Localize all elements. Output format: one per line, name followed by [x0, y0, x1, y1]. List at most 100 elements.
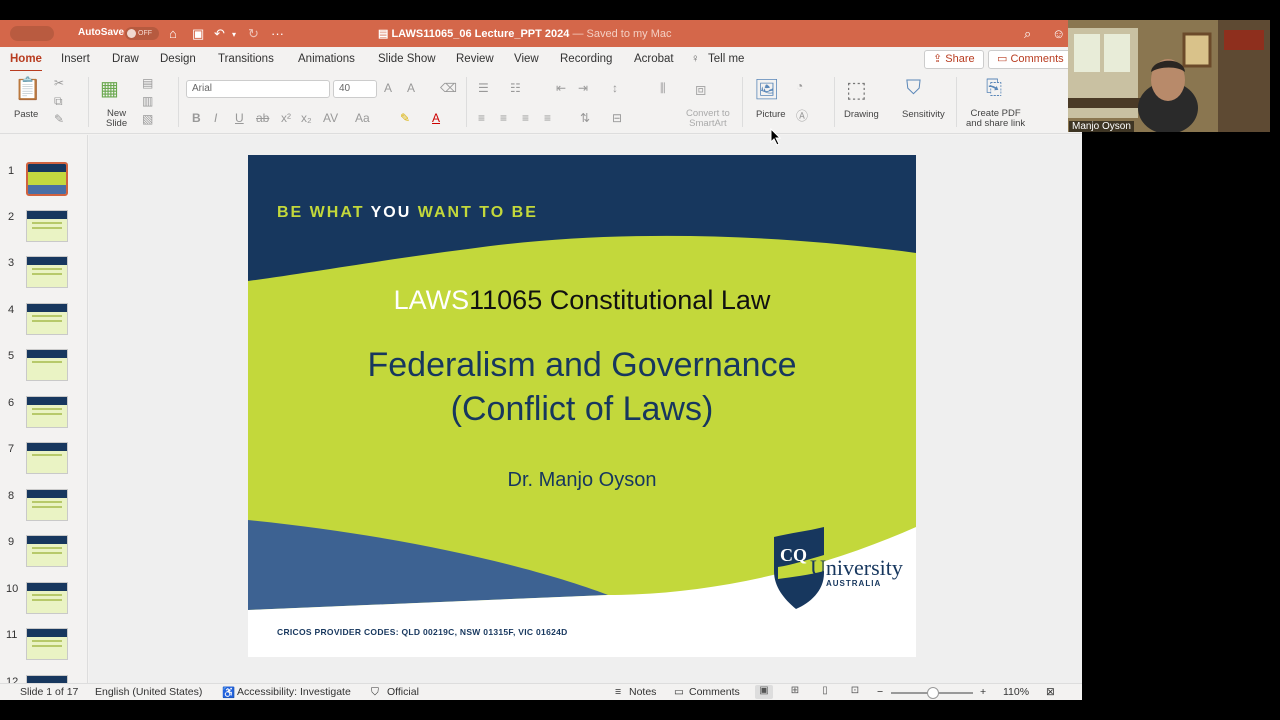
- zoom-level[interactable]: 110%: [1003, 686, 1029, 698]
- comments-status-button[interactable]: Comments: [689, 686, 740, 698]
- new-slide-icon[interactable]: ▦: [100, 76, 119, 101]
- slide-thumbnail-2[interactable]: [26, 210, 68, 242]
- bullets-icon[interactable]: ☰: [478, 81, 489, 95]
- align-center-icon[interactable]: ≡: [500, 111, 507, 125]
- superscript-icon[interactable]: x²: [281, 111, 291, 125]
- tab-slide-show[interactable]: Slide Show: [378, 53, 436, 65]
- zoom-slider-handle[interactable]: [927, 687, 939, 699]
- format-painter-icon[interactable]: ✎: [54, 112, 64, 126]
- font-color-icon[interactable]: A: [432, 111, 440, 125]
- tab-design[interactable]: Design: [160, 53, 196, 65]
- sensitivity-status[interactable]: Official: [387, 686, 419, 698]
- copy-icon[interactable]: ⧉: [54, 94, 63, 109]
- slide-thumbnail-1[interactable]: [26, 162, 68, 196]
- char-spacing-icon[interactable]: AV: [323, 111, 338, 125]
- slide-thumbnail-5[interactable]: [26, 349, 68, 381]
- current-slide[interactable]: BE WHAT YOU WANT TO BE LAWS11065 Constit…: [248, 155, 916, 657]
- reading-view-icon[interactable]: ▯: [816, 685, 834, 699]
- font-name-select[interactable]: Arial: [186, 80, 330, 98]
- textbox-icon[interactable]: Ⓐ: [796, 107, 808, 124]
- grow-font-icon[interactable]: A: [384, 81, 392, 95]
- more-icon[interactable]: ···: [271, 26, 284, 41]
- tab-view[interactable]: View: [514, 53, 539, 65]
- decrease-indent-icon[interactable]: ⇤: [556, 81, 566, 95]
- slide-thumbnail-7[interactable]: [26, 442, 68, 474]
- tab-recording[interactable]: Recording: [560, 53, 612, 65]
- convert-smartart-button[interactable]: Convert to SmartArt: [686, 109, 730, 129]
- tab-tell-me[interactable]: Tell me: [708, 53, 744, 65]
- slide-thumbnail-4[interactable]: [26, 303, 68, 335]
- create-pdf-icon[interactable]: ⎘: [986, 77, 1002, 100]
- bold-icon[interactable]: B: [192, 111, 201, 125]
- paste-label[interactable]: Paste: [14, 109, 38, 120]
- numbering-icon[interactable]: ☷: [510, 81, 521, 95]
- text-direction-icon[interactable]: ⇅: [580, 111, 590, 125]
- underline-icon[interactable]: U: [235, 111, 244, 125]
- language-button[interactable]: English (United States): [95, 686, 202, 698]
- layout-icon[interactable]: ▤: [142, 76, 153, 90]
- columns-icon[interactable]: ⫼: [660, 81, 666, 96]
- clear-format-icon[interactable]: ⌫: [440, 81, 457, 95]
- accessibility-button[interactable]: Accessibility: Investigate: [237, 686, 351, 698]
- create-pdf-button[interactable]: Create PDF and share link: [966, 109, 1025, 129]
- slide-sorter-icon[interactable]: ⊞: [786, 685, 804, 699]
- cut-icon[interactable]: ✂: [54, 76, 64, 90]
- slide-thumbnail-6[interactable]: [26, 396, 68, 428]
- home-icon[interactable]: ⌂: [169, 26, 177, 41]
- zoom-in-icon[interactable]: +: [980, 686, 986, 698]
- increase-indent-icon[interactable]: ⇥: [578, 81, 588, 95]
- undo-icon[interactable]: ↶: [214, 26, 225, 42]
- tab-acrobat[interactable]: Acrobat: [634, 53, 674, 65]
- slide-thumbnail-9[interactable]: [26, 535, 68, 567]
- undo-dropdown-icon[interactable]: ▾: [232, 30, 236, 39]
- tab-animations[interactable]: Animations: [298, 53, 355, 65]
- justify-icon[interactable]: ≡: [544, 111, 551, 125]
- sensitivity-icon[interactable]: ⛉: [906, 77, 921, 100]
- align-text-icon[interactable]: ⊟: [612, 111, 622, 125]
- font-size-select[interactable]: 40: [333, 80, 377, 98]
- strikethrough-icon[interactable]: ab: [256, 111, 269, 125]
- paste-icon[interactable]: 📋: [12, 76, 44, 102]
- new-slide-button[interactable]: New Slide: [106, 109, 127, 129]
- picture-icon[interactable]: 🖼: [754, 77, 779, 102]
- picture-button[interactable]: Picture: [756, 109, 786, 120]
- redo-icon[interactable]: ↻: [248, 26, 259, 42]
- italic-icon[interactable]: I: [214, 111, 217, 125]
- tab-review[interactable]: Review: [456, 53, 494, 65]
- slide-thumbnail-11[interactable]: [26, 628, 68, 660]
- autosave-toggle[interactable]: OFF: [125, 27, 159, 40]
- fit-to-window-icon[interactable]: ⊠: [1046, 686, 1055, 698]
- slide-thumbnail-3[interactable]: [26, 256, 68, 288]
- window-controls[interactable]: [10, 26, 54, 41]
- drawing-button[interactable]: Drawing: [844, 109, 879, 120]
- comments-button[interactable]: ▭ Comments: [988, 50, 1073, 69]
- align-right-icon[interactable]: ≡: [522, 111, 529, 125]
- shapes-icon[interactable]: ◔: [796, 79, 803, 93]
- tab-home[interactable]: Home: [10, 53, 42, 72]
- notes-button[interactable]: Notes: [629, 686, 656, 698]
- section-icon[interactable]: ▧: [142, 112, 153, 126]
- normal-view-icon[interactable]: ▣: [755, 685, 773, 699]
- save-icon[interactable]: ▣: [192, 26, 204, 42]
- slideshow-icon[interactable]: ⊡: [846, 685, 864, 699]
- sensitivity-button[interactable]: Sensitivity: [902, 109, 945, 120]
- change-case-icon[interactable]: Aa: [355, 111, 370, 125]
- shrink-font-icon[interactable]: A: [407, 81, 415, 95]
- slide-thumbnail-10[interactable]: [26, 582, 68, 614]
- search-icon[interactable]: ⌕: [1024, 26, 1031, 42]
- reset-icon[interactable]: ▥: [142, 94, 153, 108]
- slide-thumbnail-8[interactable]: [26, 489, 68, 521]
- smartart-icon[interactable]: ⧈: [695, 79, 706, 100]
- tab-transitions[interactable]: Transitions: [218, 53, 274, 65]
- line-spacing-icon[interactable]: ↕: [612, 81, 618, 95]
- people-icon[interactable]: ☺: [1052, 26, 1065, 41]
- drawing-icon[interactable]: ⬚: [846, 77, 867, 103]
- tab-draw[interactable]: Draw: [112, 53, 139, 65]
- subscript-icon[interactable]: x₂: [301, 111, 312, 125]
- share-button[interactable]: ⇪ Share: [924, 50, 984, 69]
- slide-thumbnail-pane[interactable]: 1 2 3 4 5 6 7 8 9 10 11 12: [0, 135, 88, 700]
- tab-insert[interactable]: Insert: [61, 53, 90, 65]
- align-left-icon[interactable]: ≡: [478, 111, 485, 125]
- zoom-out-icon[interactable]: −: [877, 686, 883, 698]
- highlight-icon[interactable]: ✎: [400, 111, 410, 125]
